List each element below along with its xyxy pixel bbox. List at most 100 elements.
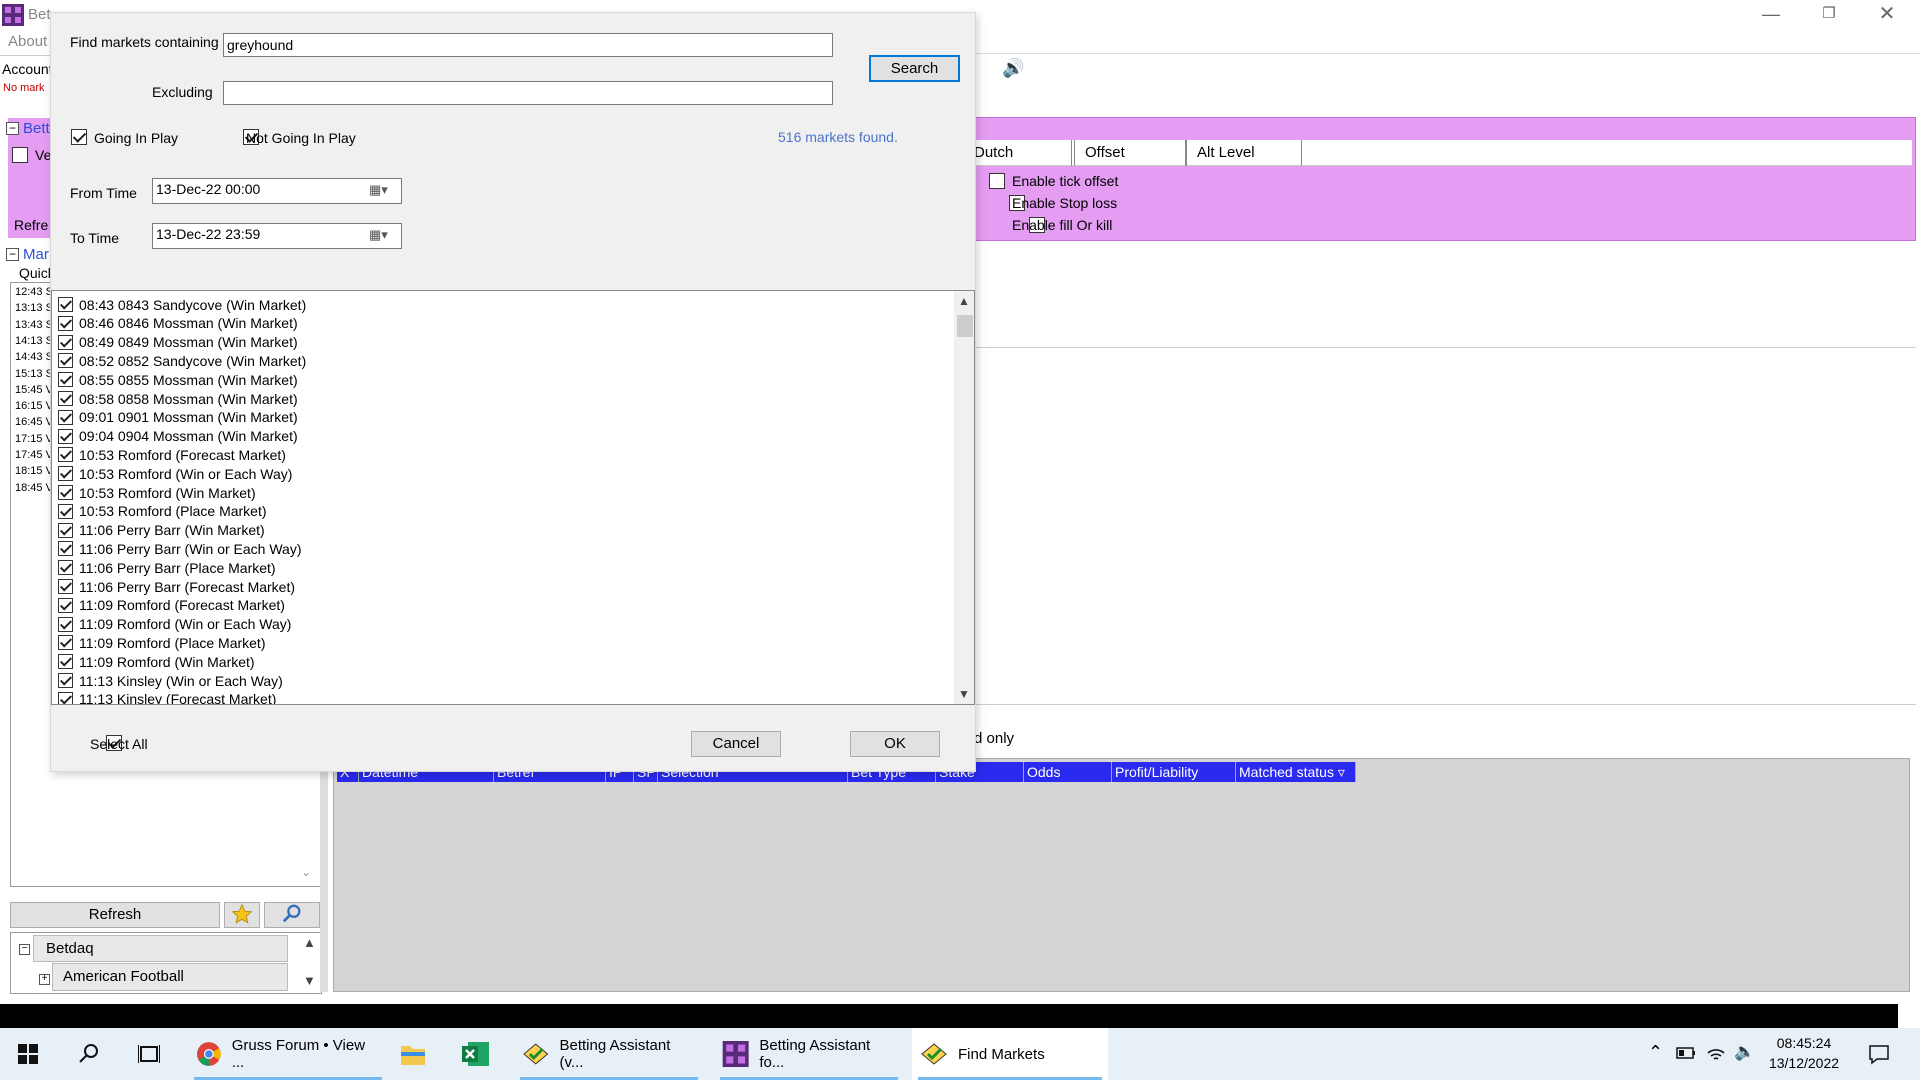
quick-market-time[interactable]: 16:45 V xyxy=(15,416,53,428)
market-row[interactable]: 09:01 0901 Mossman (Win Market) xyxy=(58,408,298,427)
events-tree[interactable]: − Betdaq + American Football ▲ ▼ xyxy=(10,932,322,994)
market-row[interactable]: 11:09 Romford (Forecast Market) xyxy=(58,596,285,615)
excluding-input[interactable] xyxy=(223,81,833,105)
quick-market-time[interactable]: 17:45 V xyxy=(15,449,53,461)
vertical-checkbox[interactable] xyxy=(12,147,28,163)
sound-icon[interactable]: 🔊 xyxy=(1002,58,1024,79)
taskbar-betting-assistant-2[interactable]: Betting Assistant fo... xyxy=(714,1028,904,1080)
tray-chevron-up-icon[interactable]: ⌃ xyxy=(1648,1042,1663,1063)
splitter[interactable] xyxy=(320,758,328,992)
market-checkbox[interactable] xyxy=(58,635,73,651)
taskbar-find-markets[interactable]: Find Markets xyxy=(912,1028,1108,1080)
calendar-icon[interactable]: ▦▾ xyxy=(369,227,388,243)
quick-market-time[interactable]: 18:15 V xyxy=(15,465,53,477)
tab-alt-level-profit[interactable]: Alt Level profit xyxy=(1186,140,1302,187)
market-row[interactable]: 09:04 0904 Mossman (Win Market) xyxy=(58,427,298,446)
market-checkbox[interactable] xyxy=(58,315,73,331)
market-row[interactable]: 10:53 Romford (Win or Each Way) xyxy=(58,464,292,483)
quick-market-time[interactable]: 14:13 S xyxy=(15,335,53,347)
market-checkbox[interactable] xyxy=(58,541,73,557)
market-checkbox[interactable] xyxy=(58,485,73,500)
from-time-picker[interactable]: 13-Dec-22 00:00 ▦▾ xyxy=(152,178,402,204)
market-row[interactable]: 11:13 Kinsley (Win or Each Way) xyxy=(58,671,283,690)
scroll-down-icon[interactable]: ▼ xyxy=(954,684,974,704)
market-checkbox[interactable] xyxy=(58,409,73,425)
column-header-profit-liability[interactable]: Profit/Liability xyxy=(1112,762,1236,782)
market-row[interactable]: 08:46 0846 Mossman (Win Market) xyxy=(58,314,298,333)
tree-scroll-up-icon[interactable]: ▲ xyxy=(303,935,316,950)
menu-about[interactable]: About xyxy=(8,33,47,50)
market-checkbox[interactable] xyxy=(58,579,73,594)
close-icon[interactable]: ✕ xyxy=(1858,0,1916,30)
market-checkbox[interactable] xyxy=(58,334,73,350)
calendar-icon[interactable]: ▦▾ xyxy=(369,182,388,198)
excel-icon[interactable] xyxy=(462,1041,490,1071)
market-row[interactable]: 10:53 Romford (Forecast Market) xyxy=(58,445,286,464)
cancel-button[interactable]: Cancel xyxy=(691,731,781,757)
quick-market-time[interactable]: 14:43 S xyxy=(15,351,53,363)
market-row[interactable]: 08:55 0855 Mossman (Win Market) xyxy=(58,370,298,389)
market-checkbox[interactable] xyxy=(58,428,73,444)
market-row[interactable]: 11:06 Perry Barr (Forecast Market) xyxy=(58,577,295,596)
market-row[interactable]: 08:43 0843 Sandycove (Win Market) xyxy=(58,295,306,314)
scroll-down-icon[interactable]: ⌄ xyxy=(301,865,311,879)
tree-node-american-football[interactable]: American Football xyxy=(52,963,288,991)
collapse-betting-icon[interactable]: − xyxy=(6,122,19,135)
scroll-up-icon[interactable]: ▲ xyxy=(954,291,974,311)
market-row[interactable]: 10:53 Romford (Win Market) xyxy=(58,483,256,502)
quick-market-time[interactable]: 16:15 V xyxy=(15,400,53,412)
enable-tick-offset-checkbox[interactable] xyxy=(989,173,1005,189)
battery-icon[interactable] xyxy=(1676,1046,1696,1064)
clock[interactable]: 08:45:24 13/12/2022 xyxy=(1760,1033,1848,1073)
quick-market-time[interactable]: 15:13 S xyxy=(15,368,53,380)
restore-icon[interactable]: ❐ xyxy=(1800,0,1858,30)
market-checkbox[interactable] xyxy=(58,597,73,613)
market-checkbox[interactable] xyxy=(58,391,73,406)
market-checkbox[interactable] xyxy=(58,353,73,369)
market-row[interactable]: 11:09 Romford (Place Market) xyxy=(58,633,265,652)
minimize-icon[interactable]: — xyxy=(1742,0,1800,30)
windows-start-icon[interactable] xyxy=(18,1044,38,1068)
tree-scroll-down-icon[interactable]: ▼ xyxy=(303,973,316,988)
ok-button[interactable]: OK xyxy=(850,731,940,757)
market-row[interactable]: 11:06 Perry Barr (Place Market) xyxy=(58,558,276,577)
going-in-play-checkbox[interactable] xyxy=(71,129,87,145)
taskbar-chrome[interactable]: Gruss Forum • View ... xyxy=(188,1028,388,1080)
volume-icon[interactable]: 🔈 xyxy=(1734,1042,1755,1062)
market-row[interactable]: 08:58 0858 Mossman (Win Market) xyxy=(58,389,298,408)
notifications-icon[interactable] xyxy=(1868,1043,1890,1069)
wifi-icon[interactable] xyxy=(1706,1044,1726,1066)
collapse-markets-icon[interactable]: − xyxy=(6,248,19,261)
market-checkbox[interactable] xyxy=(58,560,73,576)
market-checkbox[interactable] xyxy=(58,503,73,519)
bets-grid[interactable] xyxy=(333,758,1910,992)
market-checkbox[interactable] xyxy=(58,616,73,632)
market-row[interactable]: 10:53 Romford (Place Market) xyxy=(58,502,267,521)
market-checkbox[interactable] xyxy=(58,466,73,482)
to-time-picker[interactable]: 13-Dec-22 23:59 ▦▾ xyxy=(152,223,402,249)
markets-listbox[interactable]: 08:43 0843 Sandycove (Win Market) 08:46 0… xyxy=(51,290,975,705)
column-header-odds[interactable]: Odds xyxy=(1024,762,1112,782)
tree-node-betdaq[interactable]: Betdaq xyxy=(33,935,288,962)
market-checkbox[interactable] xyxy=(58,522,73,538)
file-explorer-icon[interactable] xyxy=(400,1042,426,1070)
market-checkbox[interactable] xyxy=(58,447,73,463)
quick-market-time[interactable]: 13:13 S xyxy=(15,302,53,314)
search-icon[interactable] xyxy=(78,1042,100,1068)
task-view-icon[interactable] xyxy=(137,1043,161,1069)
scrollbar-thumb[interactable] xyxy=(957,315,973,337)
refresh-button[interactable]: Refresh xyxy=(10,902,220,928)
column-header-matched-status[interactable]: Matched status ▿ xyxy=(1236,762,1356,782)
search-tree-button[interactable] xyxy=(264,902,320,928)
market-row[interactable]: 11:06 Perry Barr (Win or Each Way) xyxy=(58,539,302,558)
markets-scrollbar[interactable]: ▲ ▼ xyxy=(954,291,974,704)
search-button[interactable]: Search xyxy=(869,55,960,82)
market-row[interactable]: 11:09 Romford (Win or Each Way) xyxy=(58,615,291,634)
market-row[interactable]: 11:06 Perry Barr (Win Market) xyxy=(58,521,265,540)
market-row[interactable]: 11:09 Romford (Win Market) xyxy=(58,652,255,671)
quick-market-time[interactable]: 12:43 S xyxy=(15,286,53,298)
market-checkbox[interactable] xyxy=(58,297,73,312)
market-checkbox[interactable] xyxy=(58,691,73,704)
filter-icon[interactable]: ▿ xyxy=(1334,764,1345,780)
expand-american-football-icon[interactable]: + xyxy=(39,974,50,985)
